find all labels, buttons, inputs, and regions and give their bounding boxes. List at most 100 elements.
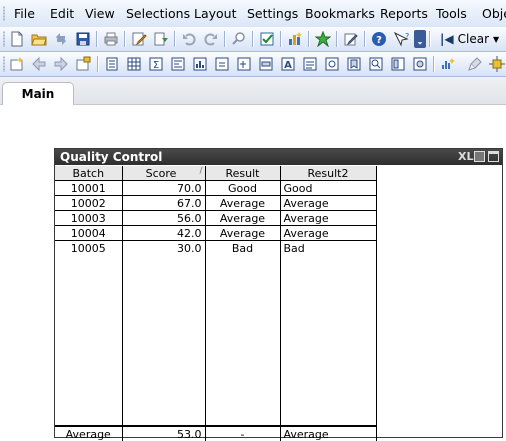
restore-icon[interactable] bbox=[474, 151, 485, 162]
menu-layout[interactable]: Layout bbox=[194, 6, 237, 21]
menu-tools[interactable]: Tools bbox=[436, 6, 467, 21]
statistics-box-icon[interactable]: Σ bbox=[147, 55, 165, 73]
empty-cell bbox=[55, 255, 123, 426]
empty-cell bbox=[205, 255, 281, 426]
menu-bookmarks[interactable]: Bookmarks bbox=[305, 6, 375, 21]
menu-settings[interactable]: Settings bbox=[247, 6, 298, 21]
new-sheet-icon[interactable] bbox=[8, 55, 26, 73]
cell-result2[interactable]: Good bbox=[280, 180, 377, 196]
edit-icon[interactable] bbox=[342, 30, 360, 48]
cell-result[interactable]: Average bbox=[205, 195, 281, 211]
input-box-icon[interactable] bbox=[213, 55, 231, 73]
cell-result2[interactable]: Bad bbox=[280, 240, 377, 255]
sheet-properties-icon[interactable] bbox=[74, 55, 92, 73]
toolbar-grip[interactable] bbox=[3, 56, 5, 72]
search-object-icon[interactable] bbox=[367, 55, 385, 73]
cell-result[interactable]: Average bbox=[205, 225, 281, 241]
edit-script-icon[interactable] bbox=[130, 30, 148, 48]
maximize-icon[interactable] bbox=[488, 151, 499, 162]
reload-data-icon[interactable] bbox=[152, 30, 170, 48]
open-folder-icon[interactable] bbox=[30, 30, 48, 48]
format-painter-icon[interactable] bbox=[466, 55, 484, 73]
cell-batch[interactable]: 10004 bbox=[55, 225, 123, 241]
search-icon[interactable] bbox=[230, 30, 248, 48]
column-header-batch[interactable]: Batch bbox=[55, 166, 123, 181]
send-to-excel-button[interactable]: XL bbox=[458, 150, 474, 163]
column-header-score-label: Score bbox=[145, 166, 177, 180]
menu-objects[interactable]: Obje bbox=[482, 6, 506, 21]
chart-properties-icon[interactable] bbox=[439, 55, 457, 73]
cell-batch[interactable]: 10001 bbox=[55, 180, 123, 196]
column-header-result[interactable]: Result bbox=[205, 166, 281, 181]
cell-result2[interactable]: Average bbox=[280, 195, 377, 211]
undo-icon[interactable] bbox=[180, 30, 198, 48]
table-box-caption[interactable]: Quality Control XL bbox=[55, 149, 502, 165]
table-box-icon[interactable] bbox=[125, 55, 143, 73]
cell-result2[interactable]: Average bbox=[280, 225, 377, 241]
clear-label: Clear bbox=[457, 32, 490, 46]
bookmark-object-icon[interactable] bbox=[345, 55, 363, 73]
cell-batch[interactable]: 10005 bbox=[55, 240, 123, 255]
toolbar-separator bbox=[433, 56, 435, 72]
column-header-score[interactable]: Score / bbox=[122, 166, 206, 181]
quality-control-table-box[interactable]: Quality Control XL Batch Score / Result … bbox=[54, 148, 503, 441]
reload-icon[interactable] bbox=[52, 30, 70, 48]
custom-object-icon[interactable] bbox=[411, 55, 429, 73]
help-icon[interactable]: ? bbox=[370, 30, 388, 48]
chart-icon[interactable] bbox=[191, 55, 209, 73]
text-object-icon[interactable]: A bbox=[279, 55, 297, 73]
chart-wizard-icon[interactable] bbox=[286, 30, 304, 48]
bookmark-star-icon[interactable] bbox=[314, 30, 332, 48]
menu-file[interactable]: File bbox=[14, 6, 35, 21]
cell-batch[interactable]: 10002 bbox=[55, 195, 123, 211]
table-row: 10005 30.0 Bad Bad bbox=[55, 240, 377, 255]
standard-toolbar: ? ? |◀ Clear ▼ bbox=[0, 27, 506, 52]
menu-selections[interactable]: Selections bbox=[126, 6, 190, 21]
cell-score[interactable]: 42.0 bbox=[122, 225, 206, 241]
empty-cell bbox=[280, 255, 377, 426]
menu-grip[interactable] bbox=[3, 6, 5, 21]
select-fields-icon[interactable] bbox=[258, 30, 276, 48]
redo-icon[interactable] bbox=[202, 30, 220, 48]
column-header-result2[interactable]: Result2 bbox=[280, 166, 377, 181]
toolbar-separator bbox=[429, 31, 431, 47]
print-icon[interactable] bbox=[102, 30, 120, 48]
quality-control-table: Batch Score / Result Result2 10001 70.0 … bbox=[55, 166, 377, 441]
toolbar-grip[interactable] bbox=[3, 31, 5, 47]
cell-result[interactable]: Good bbox=[205, 180, 281, 196]
menu-bar: File Edit View Selections Layout Setting… bbox=[0, 0, 506, 28]
container-object-icon[interactable] bbox=[389, 55, 407, 73]
toolbar-options-icon[interactable] bbox=[414, 30, 426, 48]
multi-box-icon[interactable] bbox=[169, 55, 187, 73]
list-box-icon[interactable] bbox=[103, 55, 121, 73]
save-icon[interactable] bbox=[74, 30, 92, 48]
table-row: 10004 42.0 Average Average bbox=[55, 225, 377, 241]
table-box-title: Quality Control bbox=[60, 150, 163, 164]
demote-sheet-icon[interactable] bbox=[52, 55, 70, 73]
line-arrow-object-icon[interactable] bbox=[301, 55, 319, 73]
cell-result[interactable]: Average bbox=[205, 210, 281, 226]
cell-score[interactable]: 67.0 bbox=[122, 195, 206, 211]
current-selections-icon[interactable] bbox=[235, 55, 253, 73]
align-objects-icon[interactable] bbox=[488, 55, 506, 73]
cell-batch[interactable]: 10003 bbox=[55, 210, 123, 226]
menu-view[interactable]: View bbox=[85, 6, 115, 21]
table-row: 10003 56.0 Average Average bbox=[55, 210, 377, 226]
promote-sheet-icon[interactable] bbox=[30, 55, 48, 73]
context-help-icon[interactable]: ? bbox=[392, 30, 410, 48]
button-object-icon[interactable] bbox=[257, 55, 275, 73]
cell-result[interactable]: Bad bbox=[205, 240, 281, 255]
tab-main[interactable]: Main bbox=[2, 82, 74, 105]
cell-score[interactable]: 70.0 bbox=[122, 180, 206, 196]
slider-object-icon[interactable] bbox=[323, 55, 341, 73]
cell-score[interactable]: 30.0 bbox=[122, 240, 206, 255]
cell-result2[interactable]: Average bbox=[280, 210, 377, 226]
totals-row: Average 53.0 - Average bbox=[55, 425, 377, 441]
clear-button[interactable]: |◀ Clear ▼ bbox=[438, 30, 501, 48]
menu-reports[interactable]: Reports bbox=[380, 6, 428, 21]
new-document-icon[interactable] bbox=[8, 30, 26, 48]
total-result: - bbox=[205, 425, 281, 441]
table-empty-space bbox=[55, 255, 377, 426]
menu-edit[interactable]: Edit bbox=[50, 6, 74, 21]
cell-score[interactable]: 56.0 bbox=[122, 210, 206, 226]
